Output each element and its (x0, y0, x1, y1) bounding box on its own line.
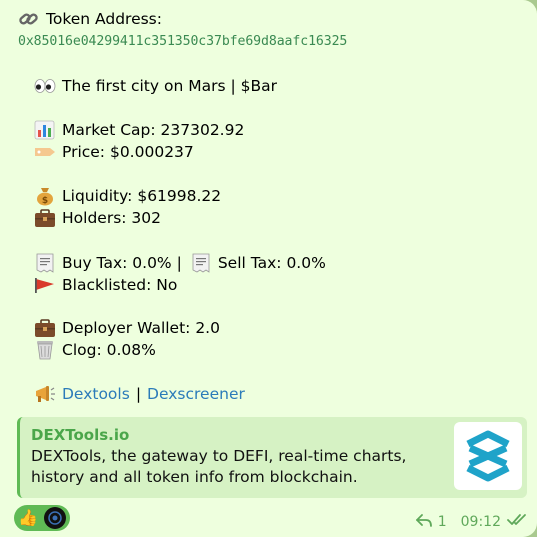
link-preview-card[interactable]: DEXTools.io DEXTools, the gateway to DEF… (17, 417, 527, 498)
thumbs-up-reaction: 👍 (18, 508, 38, 527)
blacklisted-row: Blacklisted: No (34, 275, 177, 295)
sell-tax: Sell Tax: 0.0% (217, 254, 326, 272)
svg-text:$: $ (42, 196, 48, 206)
clog: Clog: 0.08% (62, 341, 156, 359)
preview-description: DEXTools, the gateway to DEFI, real-time… (31, 447, 407, 486)
buy-tax: Buy Tax: 0.0% | (62, 254, 182, 272)
reactor-avatar (44, 507, 66, 529)
price: Price: $0.000237 (62, 143, 194, 161)
dexscreener-link[interactable]: Dexscreener (147, 384, 245, 404)
token-address-label-row: Token Address: (18, 9, 162, 29)
deployer-wallet: Deployer Wallet: 2.0 (62, 319, 220, 337)
token-address-value[interactable]: 0x85016e04299411c351350c37bfe69d8aafc163… (18, 34, 347, 49)
links-row: Dextools | Dexscreener (34, 384, 245, 404)
token-name-row: The first city on Mars | $Bar (34, 76, 277, 96)
wastebasket-icon (34, 340, 56, 360)
preview-site-name: DEXTools.io (31, 426, 130, 444)
liquidity: Liquidity: $61998.22 (62, 187, 222, 205)
token-name: The first city on Mars | $Bar (62, 77, 277, 95)
reply-arrow-icon[interactable] (415, 513, 432, 531)
link-separator: | (135, 385, 142, 403)
message-time: 09:12 (460, 514, 501, 530)
megaphone-icon (34, 384, 56, 404)
double-check-icon (507, 513, 529, 531)
dextools-logo-icon (454, 422, 522, 490)
dextools-link[interactable]: Dextools (62, 384, 130, 404)
market-cap-row: Market Cap: 237302.92 (34, 120, 244, 140)
deployer-wallet-row: Deployer Wallet: 2.0 (34, 318, 220, 338)
red-flag-icon (34, 275, 56, 295)
receipt-icon (34, 253, 56, 273)
market-cap: Market Cap: 237302.92 (62, 121, 245, 139)
message-bubble: Token Address: 0x85016e04299411c351350c3… (0, 0, 537, 537)
eyes-icon (34, 76, 56, 96)
link-icon (18, 9, 40, 29)
briefcase-icon (34, 208, 56, 228)
blacklisted: Blacklisted: No (62, 276, 178, 294)
tax-row: Buy Tax: 0.0% | Sell Tax: 0.0% (34, 253, 326, 273)
price-tag-icon (34, 142, 56, 162)
price-row: Price: $0.000237 (34, 142, 194, 162)
holders-row: Holders: 302 (34, 208, 161, 228)
liquidity-row: $ Liquidity: $61998.22 (34, 186, 221, 206)
message-meta: 1 09:12 (415, 513, 529, 531)
bar-chart-icon (34, 120, 56, 140)
receipt-icon (190, 253, 212, 273)
clog-row: Clog: 0.08% (34, 340, 156, 360)
reply-count: 1 (437, 514, 447, 530)
briefcase-icon (34, 318, 56, 338)
holders: Holders: 302 (62, 209, 162, 227)
reactions-pill[interactable]: 👍 (14, 505, 70, 531)
token-address-label: Token Address: (46, 10, 162, 28)
money-bag-icon: $ (34, 186, 56, 206)
